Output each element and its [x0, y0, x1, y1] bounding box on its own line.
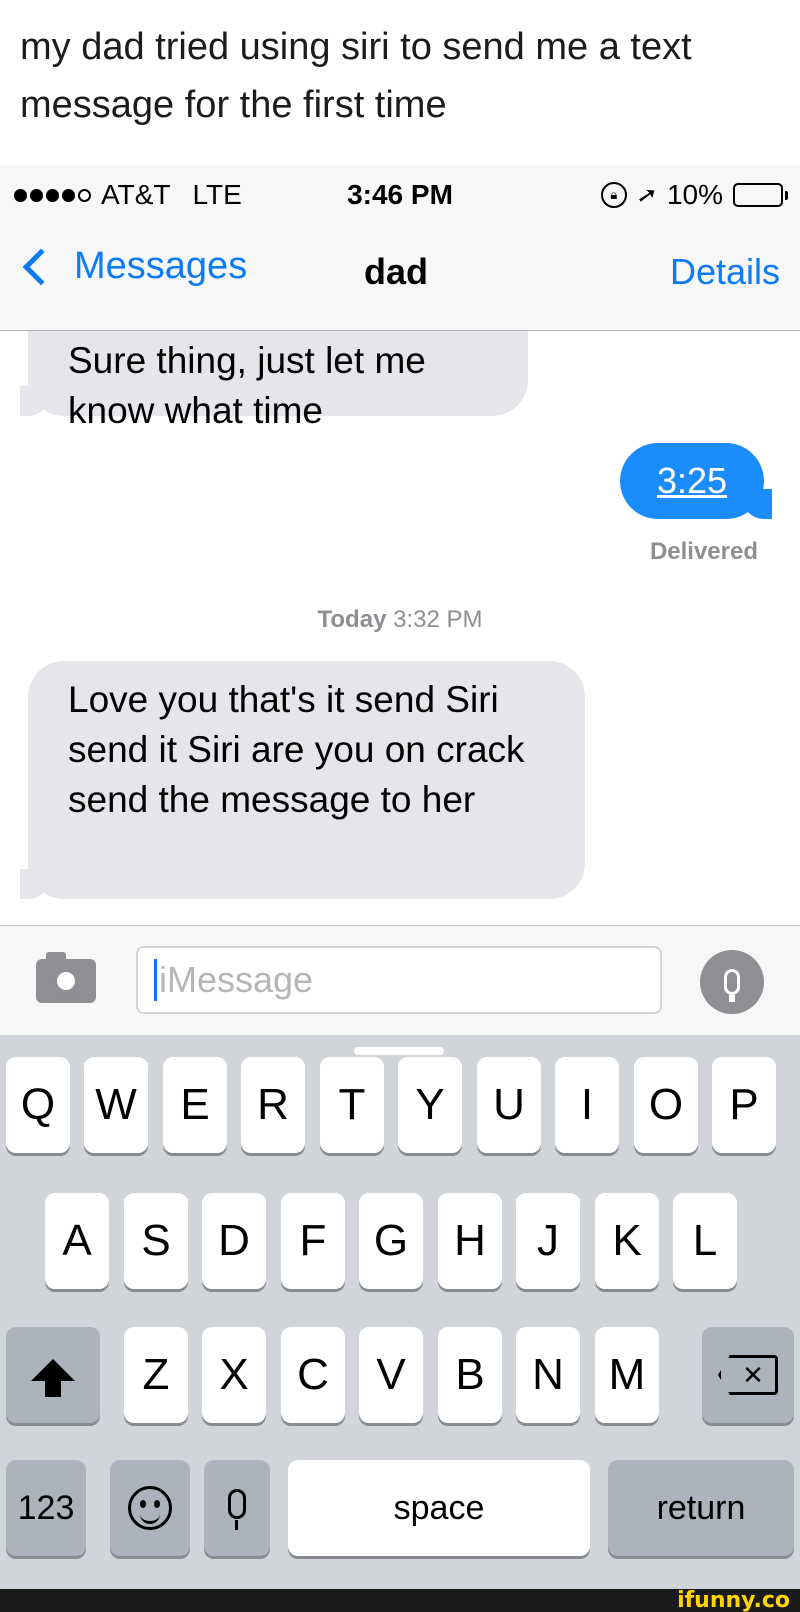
key-t[interactable]: T — [320, 1057, 384, 1153]
watermark-bar: ifunny.co — [0, 1589, 800, 1612]
key-j[interactable]: J — [516, 1193, 580, 1289]
key-a[interactable]: A — [45, 1193, 109, 1289]
key-i[interactable]: I — [555, 1057, 619, 1153]
key-r[interactable]: R — [241, 1057, 305, 1153]
emoji-key[interactable] — [110, 1460, 190, 1556]
message-bubble-incoming[interactable]: Sure thing, just let me know what time — [20, 331, 528, 431]
location-arrow-icon: ➚ — [634, 179, 660, 211]
delete-backspace-icon: ✕ — [718, 1355, 778, 1395]
keyboard-handle — [354, 1047, 444, 1055]
key-b[interactable]: B — [438, 1327, 502, 1423]
delivered-status: Delivered — [649, 538, 758, 565]
caption-text: my dad tried using siri to send me a tex… — [20, 26, 692, 126]
battery-icon — [733, 183, 788, 207]
timestamp-day: Today — [317, 606, 387, 633]
key-l[interactable]: L — [673, 1193, 737, 1289]
message-bubble-incoming[interactable]: Love you that's it send Siri send it Sir… — [20, 661, 585, 899]
text-caret — [154, 959, 157, 1001]
input-bar: iMessage — [0, 925, 800, 1035]
key-x[interactable]: X — [202, 1327, 266, 1423]
key-g[interactable]: G — [359, 1193, 423, 1289]
message-input[interactable]: iMessage — [136, 946, 662, 1014]
key-y[interactable]: Y — [398, 1057, 462, 1153]
message-time-link[interactable]: 3:25 — [657, 460, 727, 501]
numbers-key[interactable]: 123 — [6, 1460, 86, 1556]
orientation-lock-icon: 🔒︎ — [600, 182, 627, 208]
key-e[interactable]: E — [163, 1057, 227, 1153]
dictation-key[interactable] — [204, 1460, 270, 1556]
key-o[interactable]: O — [634, 1057, 698, 1153]
key-s[interactable]: S — [124, 1193, 188, 1289]
key-p[interactable]: P — [712, 1057, 776, 1153]
key-f[interactable]: F — [281, 1193, 345, 1289]
status-bar: AT&T LTE 3:46 PM 🔒︎ ➚ 10% — [0, 165, 800, 225]
key-k[interactable]: K — [595, 1193, 659, 1289]
battery-percent: 10% — [666, 179, 723, 210]
key-n[interactable]: N — [516, 1327, 580, 1423]
delete-key[interactable]: ✕ — [702, 1327, 794, 1423]
message-timestamp: Today 3:32 PM — [0, 606, 800, 634]
details-button[interactable]: Details — [670, 251, 780, 293]
shift-key[interactable] — [6, 1327, 100, 1423]
shift-arrow-icon — [31, 1359, 75, 1397]
key-d[interactable]: D — [202, 1193, 266, 1289]
return-key[interactable]: return — [608, 1460, 794, 1556]
caption: my dad tried using siri to send me a tex… — [0, 0, 800, 165]
conversation[interactable]: Sure thing, just let me know what time 3… — [0, 331, 800, 925]
conversation-title[interactable]: dad — [364, 251, 428, 293]
message-placeholder: iMessage — [159, 959, 314, 1000]
emoji-face-icon — [128, 1486, 172, 1530]
space-key[interactable]: space — [288, 1460, 590, 1556]
key-v[interactable]: V — [359, 1327, 423, 1423]
key-w[interactable]: W — [84, 1057, 148, 1153]
status-right: 🔒︎ ➚ 10% — [600, 179, 788, 211]
camera-icon[interactable] — [36, 952, 96, 1003]
key-m[interactable]: M — [595, 1327, 659, 1423]
key-h[interactable]: H — [438, 1193, 502, 1289]
timestamp-time: 3:32 PM — [393, 606, 483, 633]
watermark-logo: ifunny.co — [677, 1588, 790, 1612]
key-z[interactable]: Z — [124, 1327, 188, 1423]
microphone-icon[interactable] — [700, 950, 764, 1014]
back-button[interactable]: Messages — [18, 245, 247, 288]
chevron-left-icon — [22, 248, 60, 285]
keyboard: Q W E R T Y U I O P A S D F G H J K L Z … — [0, 1035, 800, 1589]
back-label: Messages — [74, 245, 248, 287]
key-q[interactable]: Q — [6, 1057, 70, 1153]
key-c[interactable]: C — [281, 1327, 345, 1423]
microphone-icon — [228, 1489, 246, 1530]
message-bubble-outgoing[interactable]: 3:25 — [620, 443, 772, 519]
key-u[interactable]: U — [477, 1057, 541, 1153]
nav-bar: Messages dad Details — [0, 225, 800, 331]
